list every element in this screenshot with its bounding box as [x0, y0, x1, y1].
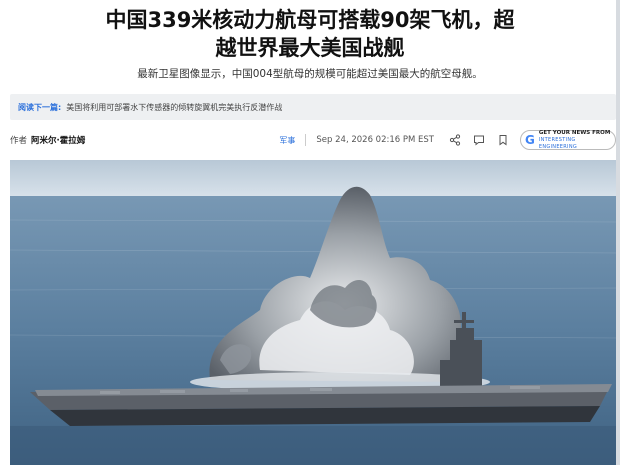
share-icon[interactable]: [448, 133, 462, 147]
google-badge-line-2: INTERESTING ENGINEERING: [538, 136, 578, 150]
article-meta-bar: 作者 阿米尔·霍拉姆 军事 Sep 24, 2026 02:16 PM EST …: [10, 128, 616, 152]
author-label: 作者: [10, 136, 28, 146]
google-logo-icon: G: [525, 133, 535, 147]
read-next-banner[interactable]: 阅读下一篇: 美国将利用可部署水下传感器的倾转旋翼机完美执行反潜作战: [10, 94, 616, 120]
page-edge: [616, 0, 620, 465]
read-next-label: 阅读下一篇:: [18, 102, 62, 112]
category-link[interactable]: 军事: [279, 135, 295, 146]
article-hero-image: [10, 160, 620, 465]
comment-icon[interactable]: [472, 133, 486, 147]
google-badge-line-1: GET YOUR NEWS FROM: [538, 129, 611, 136]
article-headline: 中国339米核动力航母可搭载90架飞机，超 越世界最大美国战舰: [0, 6, 620, 62]
headline-line-2: 越世界最大美国战舰: [215, 36, 405, 60]
divider: [305, 134, 307, 146]
publish-date: Sep 24, 2026 02:16 PM EST: [316, 135, 434, 145]
author-name[interactable]: 阿米尔·霍拉姆: [31, 134, 85, 146]
google-news-button[interactable]: G GET YOUR NEWS FROM INTERESTING ENGINEE…: [520, 130, 616, 150]
read-next-link[interactable]: 美国将利用可部署水下传感器的倾转旋翼机完美执行反潜作战: [66, 102, 282, 113]
article-subtitle: 最新卫星图像显示，中国004型航母的规模可能超过美国最大的航空母舰。: [137, 68, 483, 80]
headline-line-1: 中国339米核动力航母可搭载90架飞机，超: [105, 8, 515, 32]
bookmark-icon[interactable]: [496, 133, 510, 147]
